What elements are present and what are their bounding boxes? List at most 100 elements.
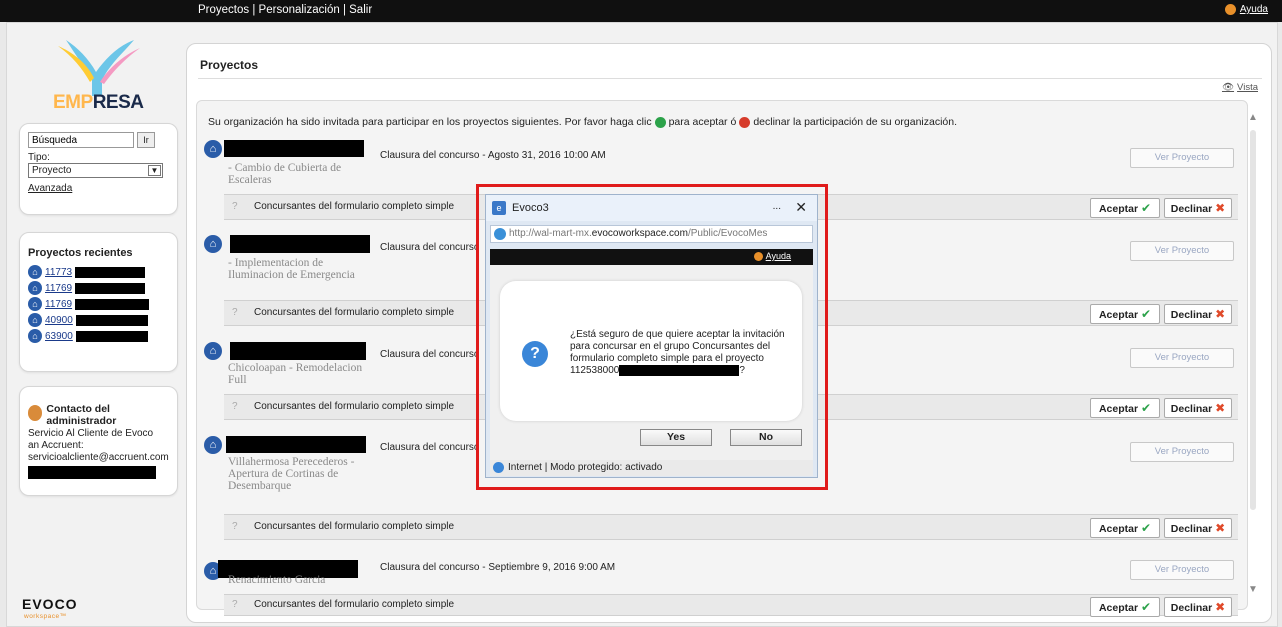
recent-project-item[interactable]: ⌂ 40900 xyxy=(28,313,169,327)
project-name: - Implementacion de Iluminacion de Emerg… xyxy=(228,257,355,281)
home-icon: ⌂ xyxy=(28,281,42,295)
close-icon: ✖ xyxy=(1215,401,1226,415)
eye-icon: 👁 xyxy=(1221,82,1235,93)
close-icon: ✖ xyxy=(1215,600,1226,614)
home-icon: ⌂ xyxy=(204,342,222,360)
logo-x-icon xyxy=(58,40,140,96)
view-project-button[interactable]: Ver Proyecto xyxy=(1130,348,1234,368)
evoco-logo-sub: workspace™ xyxy=(24,613,67,620)
scroll-up-icon[interactable]: ▲ xyxy=(1248,112,1258,123)
recent-projects-title: Proyectos recientes xyxy=(28,247,133,259)
accept-label: Aceptar xyxy=(1098,523,1139,535)
redacted-block xyxy=(28,466,156,479)
chevron-down-icon: ▼ xyxy=(148,165,161,176)
type-select-value: Proyecto xyxy=(32,165,72,176)
intro-text-b: para aceptar ó xyxy=(668,116,737,128)
accept-button[interactable]: Aceptar ✔ xyxy=(1090,304,1160,324)
page-title: Proyectos xyxy=(200,58,259,72)
nav-proyectos[interactable]: Proyectos xyxy=(198,4,249,16)
project-name: Chicoloapan - Remodelacion Full xyxy=(228,362,363,386)
view-link-label: Vista xyxy=(1237,82,1258,93)
decline-button[interactable]: Declinar ✖ xyxy=(1164,597,1232,617)
accept-button[interactable]: Aceptar ✔ xyxy=(1090,198,1160,218)
group-row: ? Concursantes del formulario completo s… xyxy=(224,514,1238,540)
decline-button[interactable]: Declinar ✖ xyxy=(1164,198,1232,218)
recent-project-number[interactable]: 40900 xyxy=(45,315,73,326)
redacted-block xyxy=(224,140,364,157)
logo-text-part-a: EMP xyxy=(53,92,93,113)
recent-project-item[interactable]: ⌂ 63900 xyxy=(28,329,169,343)
recent-project-item[interactable]: ⌂ 11769 xyxy=(28,297,169,311)
recent-project-item[interactable]: ⌂ 11769 xyxy=(28,281,169,295)
home-icon: ⌂ xyxy=(28,297,42,311)
closing-date: Clausura del concurso - Septiembre 9, 20… xyxy=(380,562,616,573)
contact-email[interactable]: servicioalcliente@accruent.com xyxy=(28,452,169,464)
highlight-box xyxy=(476,184,828,490)
recent-project-number[interactable]: 11773 xyxy=(45,267,72,278)
scroll-down-icon[interactable]: ▼ xyxy=(1248,584,1258,595)
help-icon: ? xyxy=(232,401,238,412)
decline-label: Declinar xyxy=(1170,309,1213,321)
scrollbar-thumb[interactable] xyxy=(1250,130,1256,510)
redacted-block xyxy=(75,314,148,326)
accept-label: Aceptar xyxy=(1098,309,1139,321)
project-name: Villahermosa Perecederos - Apertura de C… xyxy=(228,456,355,492)
accept-button[interactable]: Aceptar ✔ xyxy=(1090,518,1160,538)
view-project-button[interactable]: Ver Proyecto xyxy=(1130,148,1234,168)
accept-button[interactable]: Aceptar ✔ xyxy=(1090,398,1160,418)
check-icon: ✔ xyxy=(1140,201,1152,215)
accept-button[interactable]: Aceptar ✔ xyxy=(1090,597,1160,617)
closing-date: Clausura del concurso xyxy=(380,442,480,453)
nav-separator: | xyxy=(252,4,256,16)
search-go-button[interactable]: Ir xyxy=(137,132,155,148)
project-name: - Cambio de Cubierta de Escaleras xyxy=(228,162,342,186)
home-icon: ⌂ xyxy=(28,265,42,279)
contact-line: an Accruent: xyxy=(28,440,84,451)
recent-project-item[interactable]: ⌂ 11773 xyxy=(28,265,169,279)
type-select[interactable]: Proyecto ▼ xyxy=(28,163,163,178)
view-link[interactable]: 👁 Vista xyxy=(1222,82,1258,93)
search-input[interactable] xyxy=(28,132,134,148)
view-project-button[interactable]: Ver Proyecto xyxy=(1130,560,1234,580)
view-project-button[interactable]: Ver Proyecto xyxy=(1130,241,1234,261)
evoco-logo: EVOCO xyxy=(22,596,78,612)
nav-personalizacion[interactable]: Personalización xyxy=(259,4,340,16)
help-icon: ? xyxy=(232,201,238,212)
home-icon: ⌂ xyxy=(204,140,222,158)
home-icon: ⌂ xyxy=(204,436,222,454)
company-logo: EMPRESA xyxy=(48,38,148,113)
check-icon: ✔ xyxy=(1140,600,1152,614)
intro-text-a: Su organización ha sido invitada para pa… xyxy=(208,116,652,128)
view-project-button[interactable]: Ver Proyecto xyxy=(1130,442,1234,462)
admin-contact-panel: Contacto del administrador Servicio Al C… xyxy=(19,386,178,496)
check-icon: ✔ xyxy=(1140,307,1152,321)
contact-title: Contacto del administrador xyxy=(46,403,117,427)
group-name: Concursantes del formulario completo sim… xyxy=(254,401,455,412)
decline-label: Declinar xyxy=(1170,203,1213,215)
decline-label: Declinar xyxy=(1170,602,1213,614)
home-icon: ⌂ xyxy=(28,329,42,343)
accept-check-icon xyxy=(654,116,666,128)
recent-project-number[interactable]: 11769 xyxy=(45,283,72,294)
advanced-search-link[interactable]: Avanzada xyxy=(28,183,72,194)
check-icon: ✔ xyxy=(1140,401,1152,415)
top-nav-bar: Proyectos | Personalización | Salir Ayud… xyxy=(0,0,1282,22)
accept-label: Aceptar xyxy=(1098,203,1139,215)
recent-project-number[interactable]: 11769 xyxy=(45,299,72,310)
decline-button[interactable]: Declinar ✖ xyxy=(1164,304,1232,324)
type-label: Tipo: xyxy=(28,152,50,163)
decline-button[interactable]: Declinar ✖ xyxy=(1164,518,1232,538)
group-name: Concursantes del formulario completo sim… xyxy=(254,307,455,318)
redacted-block xyxy=(75,282,146,294)
help-link[interactable]: Ayuda xyxy=(1224,4,1268,15)
nav-separator: | xyxy=(342,4,346,16)
closing-date: Clausura del concurso xyxy=(380,242,480,253)
check-icon: ✔ xyxy=(1140,521,1152,535)
contact-line: Servicio Al Cliente de Evoco xyxy=(28,428,154,439)
redacted-block xyxy=(230,342,366,360)
recent-project-number[interactable]: 63900 xyxy=(45,331,73,342)
decline-button[interactable]: Declinar ✖ xyxy=(1164,398,1232,418)
nav-salir[interactable]: Salir xyxy=(349,4,372,16)
logo-text: EMPRESA xyxy=(53,92,144,114)
help-icon xyxy=(1224,4,1236,15)
